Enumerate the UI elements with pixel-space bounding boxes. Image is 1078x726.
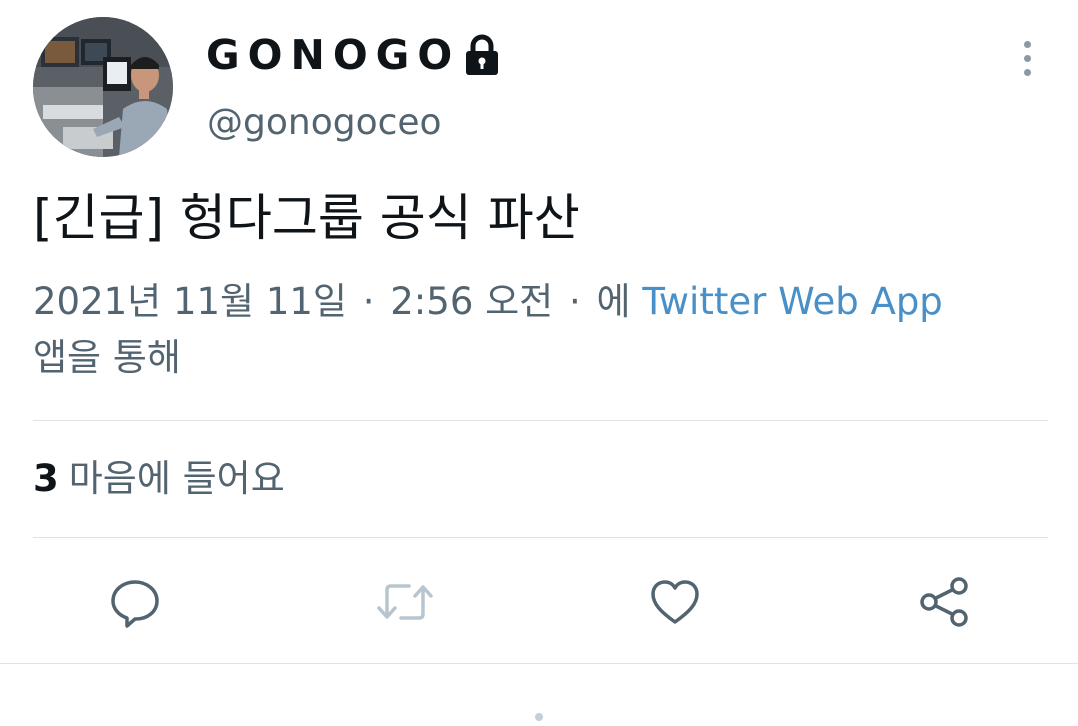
lock-icon (462, 33, 502, 77)
tweet-time[interactable]: 2:56 오전 (390, 280, 553, 323)
avatar[interactable] (33, 17, 173, 157)
display-name-text: GONOGO (206, 31, 461, 79)
scroll-indicator (535, 713, 543, 721)
reply-icon (111, 580, 159, 628)
tweet-meta: 2021년 11월 11일 · 2:56 오전 · 에 Twitter Web … (33, 274, 1043, 386)
retweet-icon (377, 584, 433, 620)
reply-button[interactable] (105, 572, 165, 632)
more-dot (1023, 54, 1031, 62)
share-icon (920, 577, 968, 627)
tweet-date[interactable]: 2021년 11월 11일 (33, 280, 347, 323)
like-button[interactable] (645, 572, 705, 632)
source-app-link[interactable]: Twitter Web App (642, 280, 942, 323)
via-suffix: 앱을 통해 (33, 336, 181, 379)
like-count: 3 (33, 457, 59, 500)
more-dot (1023, 68, 1031, 76)
retweet-button[interactable] (375, 572, 435, 632)
divider (33, 420, 1048, 421)
like-icon (651, 580, 699, 624)
share-button[interactable] (915, 572, 975, 632)
meta-separator: · (362, 280, 375, 323)
avatar-photo (33, 17, 173, 157)
divider (0, 663, 1078, 664)
tweet-text: [긴급] 헝다그룹 공식 파산 (33, 189, 580, 247)
via-prefix: 에 (596, 280, 631, 323)
divider (33, 537, 1048, 538)
likes-stat[interactable]: 3 마음에 들어요 (33, 452, 285, 506)
more-dot (1023, 40, 1031, 48)
like-label: 마음에 들어요 (68, 457, 285, 500)
meta-separator: · (568, 280, 581, 323)
user-handle[interactable]: @gonogoceo (207, 100, 442, 146)
more-options-button[interactable] (1008, 36, 1046, 80)
display-name[interactable]: GONOGO (206, 30, 502, 80)
